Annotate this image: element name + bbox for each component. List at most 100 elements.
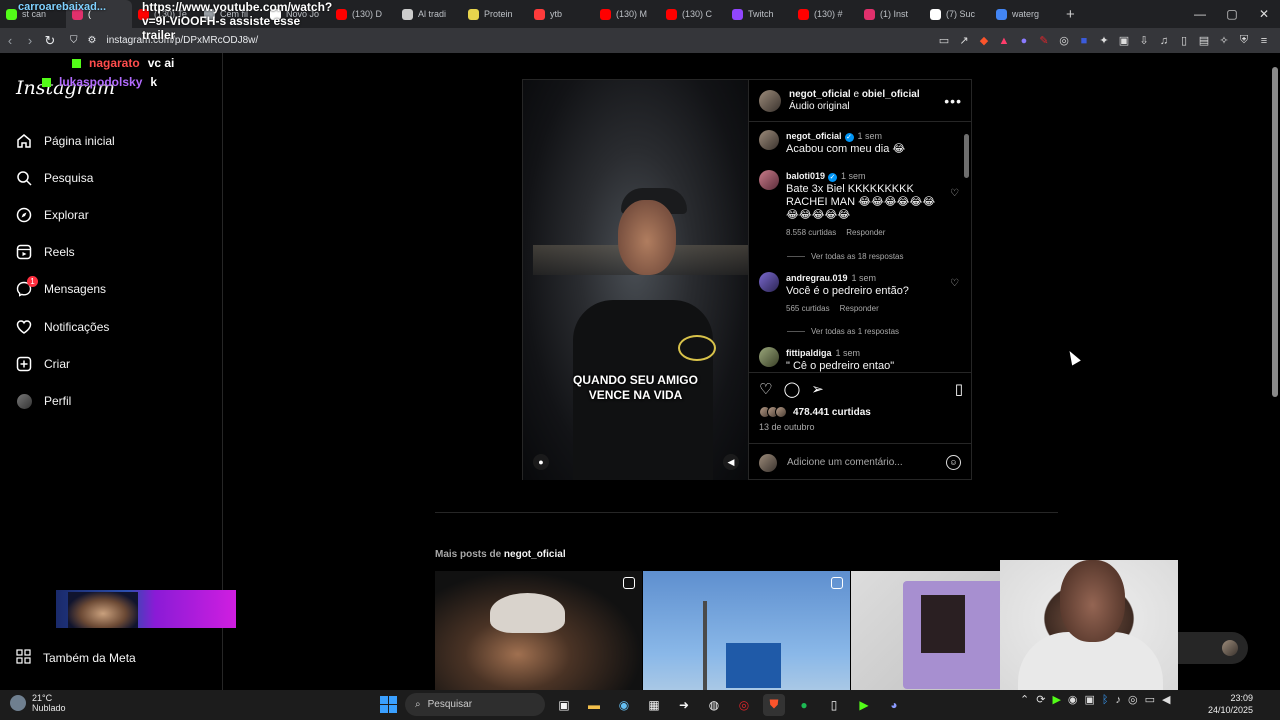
file-explorer-icon[interactable]: ▬ [583, 694, 605, 716]
site-info-icon[interactable]: ⚙ [88, 35, 97, 46]
bookmark-icon[interactable]: ⛉ [70, 35, 78, 46]
sidebar-toggle-icon[interactable]: ▯ [1176, 33, 1192, 49]
sidebar-item-notifications[interactable]: Notificações [16, 319, 109, 335]
tray-app-icon[interactable]: ◉ [1068, 693, 1078, 706]
close-icon[interactable]: ✕ [1248, 7, 1280, 21]
extension-gray-icon[interactable]: ◎ [1056, 33, 1072, 49]
cast-icon[interactable]: ▭ [936, 33, 952, 49]
coauthor-link[interactable]: obiel_oficial [862, 89, 920, 100]
comment-like-icon[interactable]: ♡ [950, 278, 959, 289]
avatar[interactable] [759, 347, 779, 367]
comments-scrollbar[interactable] [963, 124, 970, 372]
tray-app2-icon[interactable]: ▣ [1085, 693, 1095, 706]
taskbar-clock[interactable]: 23:09 24/10/2025 [1208, 692, 1253, 716]
taskbar-search[interactable]: ⌕ Pesquisar [405, 693, 545, 716]
spotify-icon[interactable]: ● [793, 694, 815, 716]
screenshot-icon[interactable]: ▣ [1116, 33, 1132, 49]
avatar[interactable] [759, 89, 781, 112]
volume-icon[interactable]: ◀ [1162, 693, 1170, 706]
sidebar-item-explore[interactable]: Explorar [16, 207, 89, 223]
comment-likes[interactable]: 565 curtidas [786, 302, 830, 315]
discord-icon[interactable]: ◕ [883, 694, 905, 716]
extension-red-icon[interactable]: ✎ [1036, 33, 1052, 49]
comment-user[interactable]: baloti019 [786, 171, 825, 181]
sidebar-item-create[interactable]: Criar [16, 356, 70, 372]
extension-icon[interactable]: ● [1016, 33, 1032, 49]
share-icon[interactable]: ↗ [956, 33, 972, 49]
minimize-icon[interactable]: — [1184, 7, 1216, 21]
bluetooth-icon[interactable]: ᛒ [1102, 694, 1109, 706]
comment-like-icon[interactable]: ♡ [950, 188, 959, 199]
file-icon[interactable]: ▯ [823, 694, 845, 716]
view-replies-button[interactable]: Ver todas as 18 respostas [787, 252, 904, 261]
browser-tab[interactable]: (130) # [792, 0, 858, 28]
vpn-icon[interactable]: ⛨ [1236, 33, 1252, 49]
leo-ai-icon[interactable]: ✧ [1216, 33, 1232, 49]
network-icon[interactable]: ▭ [1145, 693, 1155, 706]
sidebar-item-search[interactable]: Pesquisa [16, 170, 93, 186]
avatar[interactable] [759, 170, 779, 190]
brave-rewards-icon[interactable]: ▲ [996, 33, 1012, 49]
avatar[interactable] [759, 272, 779, 292]
reply-button[interactable]: Responder [846, 226, 885, 239]
avatar[interactable] [759, 130, 779, 150]
more-post-thumbnail[interactable] [643, 571, 850, 690]
extension-blue-icon[interactable]: ■ [1076, 33, 1092, 49]
emoji-icon[interactable]: ☺ [946, 455, 961, 470]
comment-user[interactable]: fittipaldiga [786, 348, 832, 358]
bookmark-icon[interactable]: ▯ [955, 380, 963, 398]
comment-likes[interactable]: 8.558 curtidas [786, 226, 836, 239]
comment-user[interactable]: andregrau.019 [786, 273, 848, 283]
author-link[interactable]: negot_oficial [789, 89, 851, 100]
browser-tab[interactable]: waterg [990, 0, 1056, 28]
app-circle-icon[interactable]: ◍ [703, 694, 725, 716]
forward-icon[interactable]: › [20, 33, 40, 48]
back-icon[interactable]: ‹ [0, 33, 20, 48]
sidebar-item-messages[interactable]: 1 Mensagens [16, 276, 106, 297]
weather-widget[interactable]: 21°C Nublado [10, 693, 66, 713]
steam-icon[interactable]: ◉ [613, 694, 635, 716]
sidebar-item-home[interactable]: Página inicial [16, 133, 115, 149]
music-icon[interactable]: ♫ [1156, 33, 1172, 49]
browser-tab[interactable]: Al tradi [396, 0, 462, 28]
reload-icon[interactable]: ↻ [40, 33, 60, 49]
app-red-icon[interactable]: ◎ [733, 694, 755, 716]
comment-icon[interactable]: ◯ [783, 380, 800, 398]
browser-tab[interactable]: (7) Suc [924, 0, 990, 28]
menu-icon[interactable]: ≡ [1256, 33, 1272, 49]
tray-sync-icon[interactable]: ⟳ [1036, 693, 1045, 706]
brave-browser-icon[interactable]: ⛊ [763, 693, 785, 716]
browser-tab[interactable]: (130) M [594, 0, 660, 28]
more-options-icon[interactable]: ••• [944, 93, 962, 109]
wallet-icon[interactable]: ▤ [1196, 33, 1212, 49]
like-icon[interactable]: ♡ [759, 380, 772, 398]
puzzle-icon[interactable]: ✦ [1096, 33, 1112, 49]
app-arrow-icon[interactable]: ➜ [673, 694, 695, 716]
more-posts-user-link[interactable]: negot_oficial [504, 549, 566, 560]
comment-user[interactable]: negot_oficial [786, 131, 842, 141]
view-replies-button[interactable]: Ver todas as 1 respostas [787, 327, 899, 336]
windows-start-icon[interactable] [380, 696, 397, 713]
reel-video[interactable]: QUANDO SEU AMIGO VENCE NA VIDA ● ◀ [523, 80, 748, 480]
browser-tab[interactable]: (1) Inst [858, 0, 924, 28]
tray-app3-icon[interactable]: ◎ [1128, 693, 1138, 706]
volume-icon[interactable]: ◀ [723, 454, 739, 470]
browser-tab[interactable]: Protein [462, 0, 528, 28]
download-icon[interactable]: ⇩ [1136, 33, 1152, 49]
new-tab-button[interactable]: + [1056, 6, 1085, 23]
kick-icon[interactable]: ▶ [853, 694, 875, 716]
reply-button[interactable]: Responder [840, 302, 879, 315]
maximize-icon[interactable]: ▢ [1216, 7, 1248, 21]
share-icon[interactable]: ➢ [811, 380, 824, 398]
page-scrollbar[interactable] [1270, 53, 1280, 690]
tray-kick-icon[interactable]: ▶ [1052, 693, 1060, 706]
audio-link[interactable]: Áudio original [789, 101, 920, 113]
tagged-user-icon[interactable]: ● [533, 454, 549, 470]
more-post-thumbnail[interactable] [435, 571, 642, 690]
browser-tab[interactable]: (130) C [660, 0, 726, 28]
chevron-up-icon[interactable]: ⌃ [1020, 693, 1029, 706]
brave-shield-icon[interactable]: ◆ [976, 33, 992, 49]
sidebar-item-profile[interactable]: Perfil [16, 393, 71, 409]
browser-tab[interactable]: ytb [528, 0, 594, 28]
app-icon[interactable]: ▦ [643, 694, 665, 716]
